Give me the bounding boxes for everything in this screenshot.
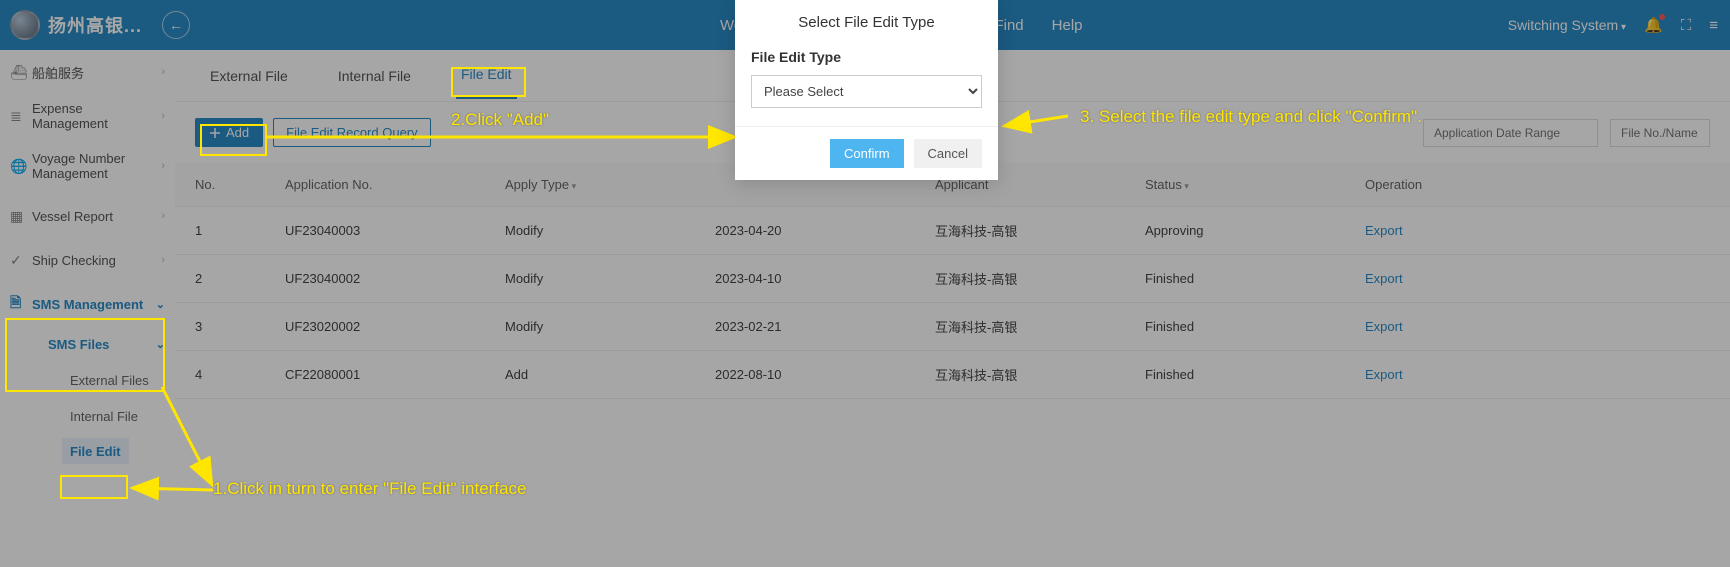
- modal-body: File Edit Type Please Select: [735, 49, 998, 126]
- annotation-text-step1: 1.Click in turn to enter "File Edit" int…: [213, 479, 526, 499]
- file-edit-type-select[interactable]: Please Select: [751, 75, 982, 108]
- annotation-arrow-1b: [128, 480, 218, 503]
- file-edit-type-modal: Select File Edit Type File Edit Type Ple…: [735, 0, 998, 180]
- modal-field-label: File Edit Type: [751, 49, 982, 65]
- annotation-arrow-3: [1000, 108, 1070, 135]
- cancel-button[interactable]: Cancel: [914, 139, 982, 168]
- modal-footer: Confirm Cancel: [735, 126, 998, 180]
- annotation-text-step2: 2.Click "Add": [451, 110, 549, 130]
- annotation-text-step3: 3. Select the file edit type and click "…: [1080, 107, 1422, 127]
- modal-title: Select File Edit Type: [735, 0, 998, 49]
- confirm-button[interactable]: Confirm: [830, 139, 904, 168]
